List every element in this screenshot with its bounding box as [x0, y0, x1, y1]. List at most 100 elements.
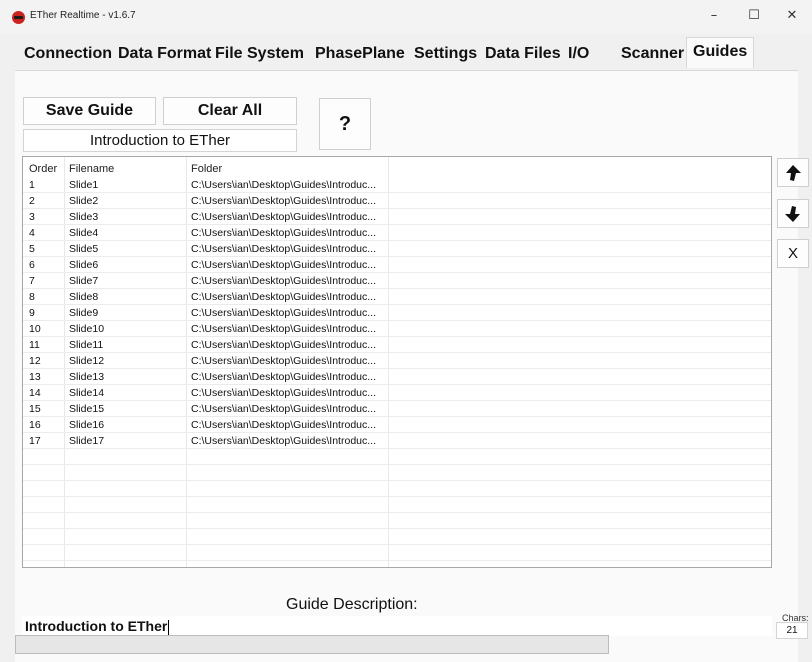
filename-cell: Slide11	[69, 339, 104, 351]
folder-cell: C:\Users\ian\Desktop\Guides\Introduc...	[191, 371, 376, 383]
text-caret	[168, 619, 170, 635]
folder-cell: C:\Users\ian\Desktop\Guides\Introduc...	[191, 243, 376, 255]
filename-cell: Slide4	[69, 227, 99, 239]
minimize-button[interactable]: –	[704, 6, 724, 26]
table-row[interactable]: 15 Slide15 C:\Users\ian\Desktop\Guides\Int…	[23, 401, 771, 417]
tab-data-files[interactable]: Data Files	[485, 40, 561, 68]
folder-cell: C:\Users\ian\Desktop\Guides\Introduc...	[191, 179, 376, 191]
column-header-order[interactable]: Order	[29, 163, 57, 175]
tab-io[interactable]: I/O	[568, 40, 589, 68]
filename-cell: Slide9	[69, 307, 99, 319]
folder-cell: C:\Users\ian\Desktop\Guides\Introduc...	[191, 307, 376, 319]
tab-data-format[interactable]: Data Format	[118, 40, 211, 68]
close-button[interactable]: ✕	[782, 6, 802, 26]
table-row[interactable]	[23, 529, 771, 545]
move-up-button[interactable]	[777, 158, 809, 187]
tab-connection[interactable]: Connection	[24, 40, 112, 68]
tab-phaseplane[interactable]: PhasePlane	[315, 40, 405, 68]
folder-cell: C:\Users\ian\Desktop\Guides\Introduc...	[191, 339, 376, 351]
guide-name-field[interactable]: Introduction to ETher	[23, 129, 297, 152]
table-row[interactable]: 8 Slide8 C:\Users\ian\Desktop\Guides\Intro…	[23, 289, 771, 305]
order-cell: 17	[29, 435, 41, 447]
folder-cell: C:\Users\ian\Desktop\Guides\Introduc...	[191, 435, 376, 447]
chars-count: 21	[776, 622, 808, 639]
order-cell: 5	[29, 243, 35, 255]
clear-all-button[interactable]: Clear All	[163, 97, 297, 125]
title-bar[interactable]: ETher Realtime - v1.6.7 – ☐ ✕	[0, 0, 812, 34]
folder-cell: C:\Users\ian\Desktop\Guides\Introduc...	[191, 323, 376, 335]
table-row[interactable]: 3 Slide3 C:\Users\ian\Desktop\Guides\Intro…	[23, 209, 771, 225]
order-cell: 16	[29, 419, 41, 431]
help-button[interactable]: ?	[319, 98, 371, 150]
folder-cell: C:\Users\ian\Desktop\Guides\Introduc...	[191, 275, 376, 287]
filename-cell: Slide5	[69, 243, 99, 255]
table-row[interactable]	[23, 481, 771, 497]
app-logo-icon	[12, 11, 25, 24]
order-cell: 1	[29, 179, 35, 191]
table-row[interactable]: 10 Slide10 C:\Users\ian\Desktop\Guides\Int…	[23, 321, 771, 337]
folder-cell: C:\Users\ian\Desktop\Guides\Introduc...	[191, 195, 376, 207]
remove-slide-button[interactable]: X	[777, 239, 809, 268]
order-cell: 11	[29, 339, 40, 351]
table-row[interactable]: 2 Slide2 C:\Users\ian\Desktop\Guides\Intro…	[23, 193, 771, 209]
order-cell: 6	[29, 259, 35, 271]
filename-cell: Slide7	[69, 275, 99, 287]
guide-description-text: Introduction to ETher	[25, 618, 168, 634]
guide-description-input[interactable]: Introduction to ETher	[22, 616, 772, 636]
folder-cell: C:\Users\ian\Desktop\Guides\Introduc...	[191, 355, 376, 367]
order-cell: 9	[29, 307, 35, 319]
move-down-button[interactable]	[777, 199, 809, 228]
filename-cell: Slide12	[69, 355, 105, 367]
filename-cell: Slide16	[69, 419, 105, 431]
window-title: ETher Realtime - v1.6.7	[30, 10, 136, 21]
tab-file-system[interactable]: File System	[215, 40, 304, 68]
folder-cell: C:\Users\ian\Desktop\Guides\Introduc...	[191, 291, 376, 303]
folder-cell: C:\Users\ian\Desktop\Guides\Introduc...	[191, 419, 376, 431]
column-header-folder[interactable]: Folder	[191, 163, 222, 175]
order-cell: 14	[29, 387, 41, 399]
table-row[interactable]: 9 Slide9 C:\Users\ian\Desktop\Guides\Intro…	[23, 305, 771, 321]
maximize-button[interactable]: ☐	[744, 6, 764, 26]
arrow-down-icon	[785, 206, 800, 222]
table-row[interactable]: 1 Slide1 C:\Users\ian\Desktop\Guides\Intro…	[23, 177, 771, 193]
table-row[interactable]	[23, 465, 771, 481]
table-row[interactable]: 14 Slide14 C:\Users\ian\Desktop\Guides\Int…	[23, 385, 771, 401]
table-row[interactable]: 11 Slide11 C:\Users\ian\Desktop\Guides\Int…	[23, 337, 771, 353]
folder-cell: C:\Users\ian\Desktop\Guides\Introduc...	[191, 211, 376, 223]
order-cell: 13	[29, 371, 41, 383]
tab-scanner[interactable]: Scanner	[621, 40, 684, 68]
table-row[interactable]	[23, 449, 771, 465]
table-row[interactable]	[23, 513, 771, 529]
column-header-filename[interactable]: Filename	[69, 163, 114, 175]
table-row[interactable]: 13 Slide13 C:\Users\ian\Desktop\Guides\Int…	[23, 369, 771, 385]
filename-cell: Slide3	[69, 211, 99, 223]
table-row[interactable]	[23, 497, 771, 513]
order-cell: 3	[29, 211, 35, 223]
table-row[interactable]: 7 Slide7 C:\Users\ian\Desktop\Guides\Intro…	[23, 273, 771, 289]
order-cell: 7	[29, 275, 35, 287]
filename-cell: Slide15	[69, 403, 105, 415]
app-window: ETher Realtime - v1.6.7 – ☐ ✕ Connection…	[0, 0, 812, 662]
filename-cell: Slide6	[69, 259, 99, 271]
table-row[interactable]: 16 Slide16 C:\Users\ian\Desktop\Guides\Int…	[23, 417, 771, 433]
order-cell: 10	[29, 323, 41, 335]
table-row[interactable]	[23, 545, 771, 561]
order-cell: 4	[29, 227, 35, 239]
table-row[interactable]: 5 Slide5 C:\Users\ian\Desktop\Guides\Intro…	[23, 241, 771, 257]
table-row[interactable]: 6 Slide6 C:\Users\ian\Desktop\Guides\Intro…	[23, 257, 771, 273]
tab-settings[interactable]: Settings	[414, 40, 477, 68]
order-cell: 2	[29, 195, 35, 207]
slide-list[interactable]: Order Filename Folder 1 Slide1 C:\Users\ia…	[22, 156, 772, 568]
guide-description-label: Guide Description:	[286, 596, 418, 613]
save-guide-button[interactable]: Save Guide	[23, 97, 156, 125]
table-row[interactable]: 17 Slide17 C:\Users\ian\Desktop\Guides\Int…	[23, 433, 771, 449]
arrow-up-icon	[786, 165, 801, 181]
table-row[interactable]: 4 Slide4 C:\Users\ian\Desktop\Guides\Intro…	[23, 225, 771, 241]
progress-bar	[15, 635, 609, 654]
tab-guides[interactable]: Guides	[686, 37, 755, 68]
table-row[interactable]: 12 Slide12 C:\Users\ian\Desktop\Guides\Int…	[23, 353, 771, 369]
folder-cell: C:\Users\ian\Desktop\Guides\Introduc...	[191, 387, 376, 399]
filename-cell: Slide10	[69, 323, 105, 335]
folder-cell: C:\Users\ian\Desktop\Guides\Introduc...	[191, 403, 376, 415]
filename-cell: Slide2	[69, 195, 99, 207]
